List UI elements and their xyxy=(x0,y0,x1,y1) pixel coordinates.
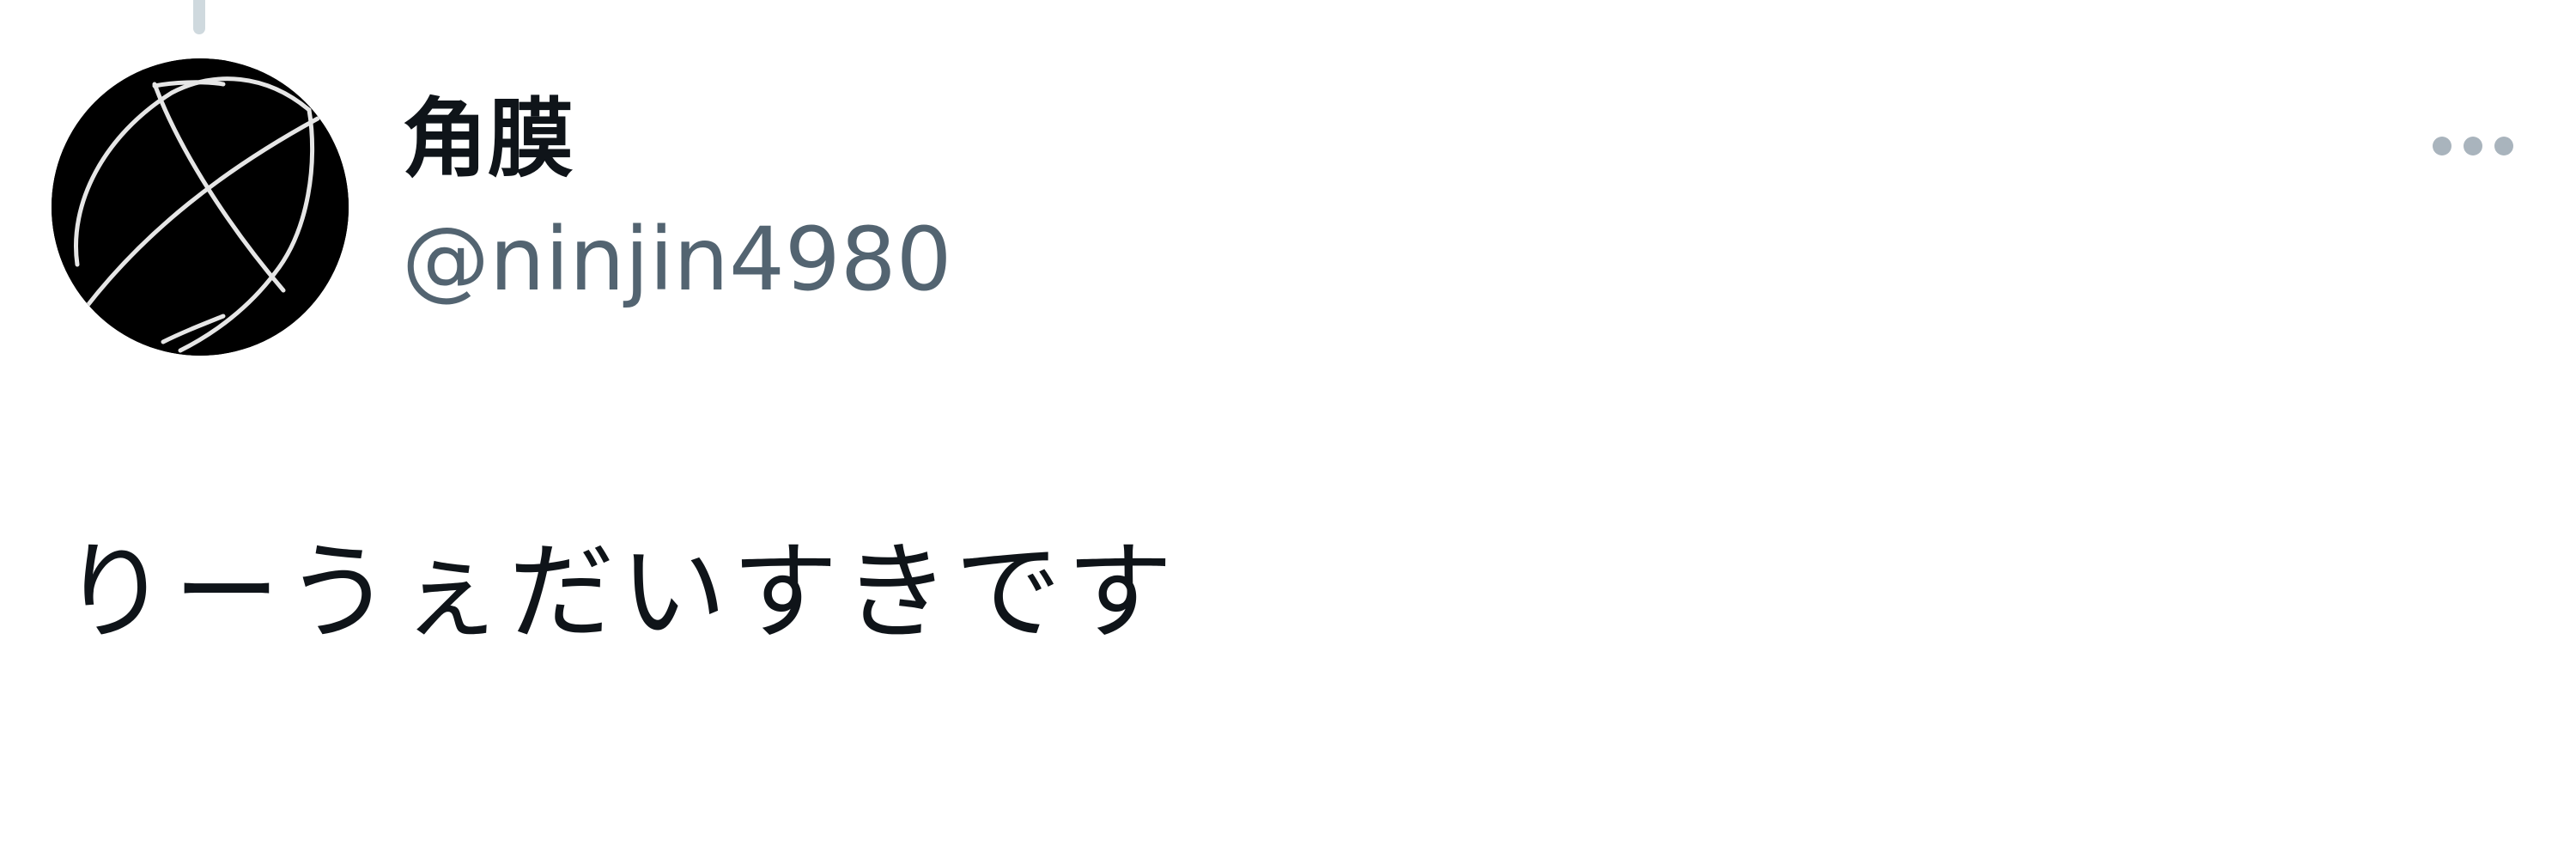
more-options-icon-dot xyxy=(2464,137,2482,155)
avatar[interactable] xyxy=(52,58,349,356)
scribbled-ball-avatar-icon xyxy=(52,58,349,356)
tweet-text: りーうぇだいすきです xyxy=(62,531,1179,655)
tweet-card[interactable]: 角膜 @ninjin4980 りーうぇだいすきです xyxy=(0,0,2576,859)
more-options-icon-dot xyxy=(2494,137,2513,155)
more-options-icon xyxy=(2433,137,2451,155)
more-options-button[interactable] xyxy=(2413,120,2533,172)
author-handle[interactable]: @ninjin4980 xyxy=(402,216,952,304)
thread-connector-line xyxy=(193,0,205,34)
author-display-name[interactable]: 角膜 xyxy=(402,96,574,182)
